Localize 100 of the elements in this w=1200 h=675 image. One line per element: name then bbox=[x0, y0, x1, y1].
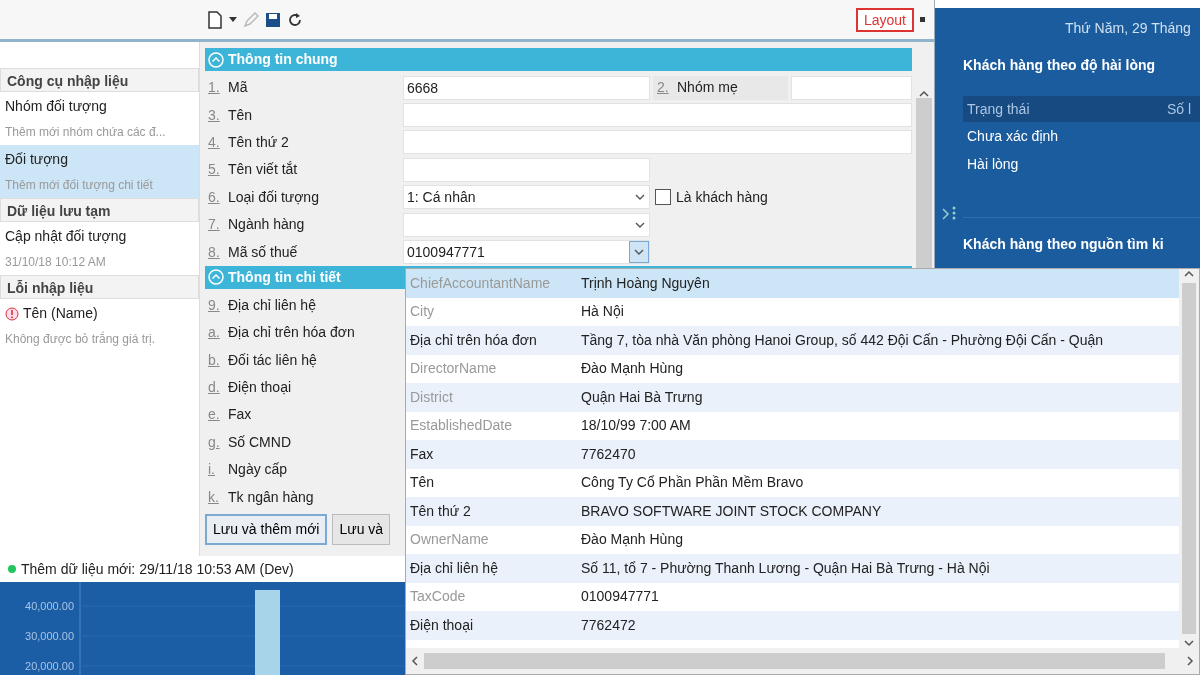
error-icon bbox=[5, 306, 19, 321]
field-label: Nhóm mẹ bbox=[677, 78, 738, 98]
item-subtitle: Thêm mới đối tượng chi tiết bbox=[5, 177, 154, 194]
scroll-up-icon[interactable] bbox=[919, 90, 929, 98]
field-label: Địa chỉ liên hệ bbox=[228, 295, 316, 315]
field-name: Địa chỉ liên hệ bbox=[409, 558, 499, 578]
field-value: 18/10/99 7:00 AM bbox=[581, 416, 691, 436]
lookup-row[interactable]: Tên Công Ty Cổ Phần Phần Mềm Bravo bbox=[406, 468, 1179, 497]
field-name: EstablishedDate bbox=[409, 416, 513, 436]
field-label: Tên bbox=[228, 105, 253, 125]
hotkey-label: 3. bbox=[208, 105, 221, 125]
panel-title: Khách hàng theo độ hài lòng bbox=[963, 56, 1157, 75]
field-value: 0100947771 bbox=[581, 587, 659, 607]
lookup-row[interactable]: ChiefAccountantName Trịnh Hoàng Nguyên bbox=[406, 269, 1179, 298]
hotkey-label: i. bbox=[208, 460, 216, 480]
field-name: Điện thoại bbox=[409, 615, 475, 635]
table-cell-text: Hài lòng bbox=[966, 154, 1019, 174]
lookup-row[interactable]: DirectorName Đào Mạnh Hùng bbox=[406, 354, 1179, 383]
hotkey-label: d. bbox=[208, 378, 221, 398]
field-value: Hà Nội bbox=[581, 302, 624, 322]
lookup-dropdown-menu[interactable] bbox=[405, 268, 1200, 675]
lookup-row[interactable]: District Quận Hai Bà Trưng bbox=[406, 383, 1179, 412]
lookup-row[interactable]: Điện thoại 7762472 bbox=[406, 611, 1179, 640]
sidebar-item[interactable]: Tên (Name) Không được bỏ trắng giá trị. bbox=[0, 299, 199, 352]
lookup-row[interactable]: Địa chỉ trên hóa đơn Tầng 7, tòa nhà Văn phòng Hanoi Group, số 442 Đội Cấn - Phường Đội Cấn - Quận bbox=[406, 326, 1179, 355]
lookup-row[interactable]: City Hà Nội bbox=[406, 297, 1179, 326]
field-value: Tầng 7, tòa nhà Văn phòng Hanoi Group, số 442 Đội Cấn - Phường Đội Cấn - Quận bbox=[581, 330, 1104, 350]
new-document-icon[interactable] bbox=[207, 10, 223, 29]
field-name: City bbox=[409, 302, 436, 322]
axis-label: 30,000.00 bbox=[25, 630, 74, 642]
lookup-row[interactable]: TaxCode 0100947771 bbox=[406, 582, 1179, 611]
item-subtitle: Thêm mới nhóm chứa các đ... bbox=[5, 124, 167, 141]
axis-label: 20,000.00 bbox=[25, 660, 74, 672]
field-label: Điện thoại bbox=[228, 378, 292, 398]
field-name: Tên thứ 2 bbox=[409, 501, 472, 521]
lookup-row[interactable]: EstablishedDate 18/10/99 7:00 AM bbox=[406, 411, 1179, 440]
scroll-left-icon[interactable] bbox=[410, 656, 420, 666]
field-value: 7762470 bbox=[581, 444, 636, 464]
table-cell-text: Chưa xác định bbox=[966, 126, 1059, 146]
hotkey-label: 7. bbox=[208, 215, 221, 235]
hotkey-label: 4. bbox=[208, 132, 221, 152]
hotkey-label: b. bbox=[208, 350, 221, 370]
field-name: Fax bbox=[409, 444, 435, 464]
save-button[interactable]: Lưu và bbox=[332, 513, 391, 545]
date-label: Thứ Năm, 29 Tháng bbox=[1064, 19, 1192, 38]
input-field[interactable] bbox=[791, 75, 912, 100]
hotkey-label: 8. bbox=[208, 242, 221, 262]
scroll-up-icon[interactable] bbox=[1184, 269, 1194, 279]
checkbox[interactable]: Là khách hàng bbox=[655, 186, 768, 208]
collapse-icon bbox=[208, 51, 224, 68]
save-icon[interactable] bbox=[265, 11, 281, 28]
item-title: Đối tượng bbox=[5, 150, 68, 169]
dropdown-field[interactable]: 1: Cá nhân bbox=[403, 185, 650, 210]
hotkey-label: 2. bbox=[657, 78, 670, 98]
item-subtitle: 31/10/18 10:12 AM bbox=[5, 254, 107, 271]
field-name: Tên bbox=[409, 473, 436, 493]
sidebar-item[interactable]: Đối tượng Thêm mới đối tượng chi tiết bbox=[0, 145, 199, 198]
field-name: OwnerName bbox=[409, 530, 490, 550]
lookup-row[interactable]: Địa chỉ liên hệ Số 11, tổ 7 - Phường Thanh Lương - Quận Hai Bà Trưng - Hà Nội bbox=[406, 554, 1179, 583]
field-name: Địa chỉ trên hóa đơn bbox=[409, 330, 538, 350]
scroll-down-icon[interactable] bbox=[1184, 638, 1194, 648]
sidebar-item[interactable]: Nhóm đối tượng Thêm mới nhóm chứa các đ... bbox=[0, 92, 199, 145]
hotkey-label: k. bbox=[208, 487, 220, 507]
lookup-row[interactable]: OwnerName Đào Mạnh Hùng bbox=[406, 525, 1179, 554]
hotkey-label: g. bbox=[208, 432, 221, 452]
field-value: 7762472 bbox=[581, 615, 636, 635]
input-field[interactable] bbox=[403, 157, 650, 182]
axis-label: 40,000.00 bbox=[25, 600, 74, 612]
field-label: Tên thứ 2 bbox=[228, 132, 289, 152]
dropdown-field[interactable] bbox=[403, 212, 650, 237]
hotkey-label: e. bbox=[208, 405, 221, 425]
field-name: DirectorName bbox=[409, 359, 498, 379]
field-value: Số 11, tổ 7 - Phường Thanh Lương - Quận Hai Bà Trưng - Hà Nội bbox=[581, 558, 990, 578]
input-field[interactable] bbox=[403, 103, 912, 128]
section-header: Công cụ nhập liệu bbox=[0, 68, 199, 92]
column-header: Trạng thái bbox=[966, 99, 1031, 119]
field-name: TaxCode bbox=[409, 587, 467, 607]
scrollbar-thumb[interactable] bbox=[1182, 283, 1196, 634]
field-label: Số CMND bbox=[228, 432, 291, 452]
lookup-field[interactable]: 0100947771 bbox=[403, 240, 650, 265]
refresh-icon[interactable] bbox=[287, 11, 303, 28]
hotkey-label: 9. bbox=[208, 295, 221, 315]
section-header: Dữ liệu lưu tạm bbox=[0, 198, 199, 222]
scroll-right-icon[interactable] bbox=[1185, 656, 1195, 666]
chevron-right-icon[interactable] bbox=[942, 208, 950, 220]
field-label: Ngành hàng bbox=[228, 215, 305, 235]
lookup-row[interactable]: Tên thứ 2 BRAVO SOFTWARE JOINT STOCK COMPANY bbox=[406, 497, 1179, 526]
hotkey-label: 6. bbox=[208, 187, 221, 207]
lookup-row[interactable]: Fax 7762470 bbox=[406, 440, 1179, 469]
status-text: Thêm dữ liệu mới: 29/11/18 10:53 AM (Dev) bbox=[21, 559, 294, 579]
sidebar-item[interactable]: Cập nhật đối tượng 31/10/18 10:12 AM bbox=[0, 222, 199, 275]
more-icon[interactable] bbox=[952, 206, 956, 220]
layout-button[interactable]: Layout bbox=[855, 7, 914, 32]
field-label: Ngày cấp bbox=[228, 460, 288, 480]
save-button[interactable]: Lưu và thêm mới bbox=[205, 513, 328, 545]
input-field[interactable] bbox=[403, 130, 912, 155]
input-field[interactable]: 6668 bbox=[403, 75, 650, 100]
scrollbar-thumb[interactable] bbox=[424, 653, 1165, 669]
hotkey-label: 5. bbox=[208, 160, 221, 180]
section-title: Thông tin chi tiết bbox=[228, 267, 341, 287]
